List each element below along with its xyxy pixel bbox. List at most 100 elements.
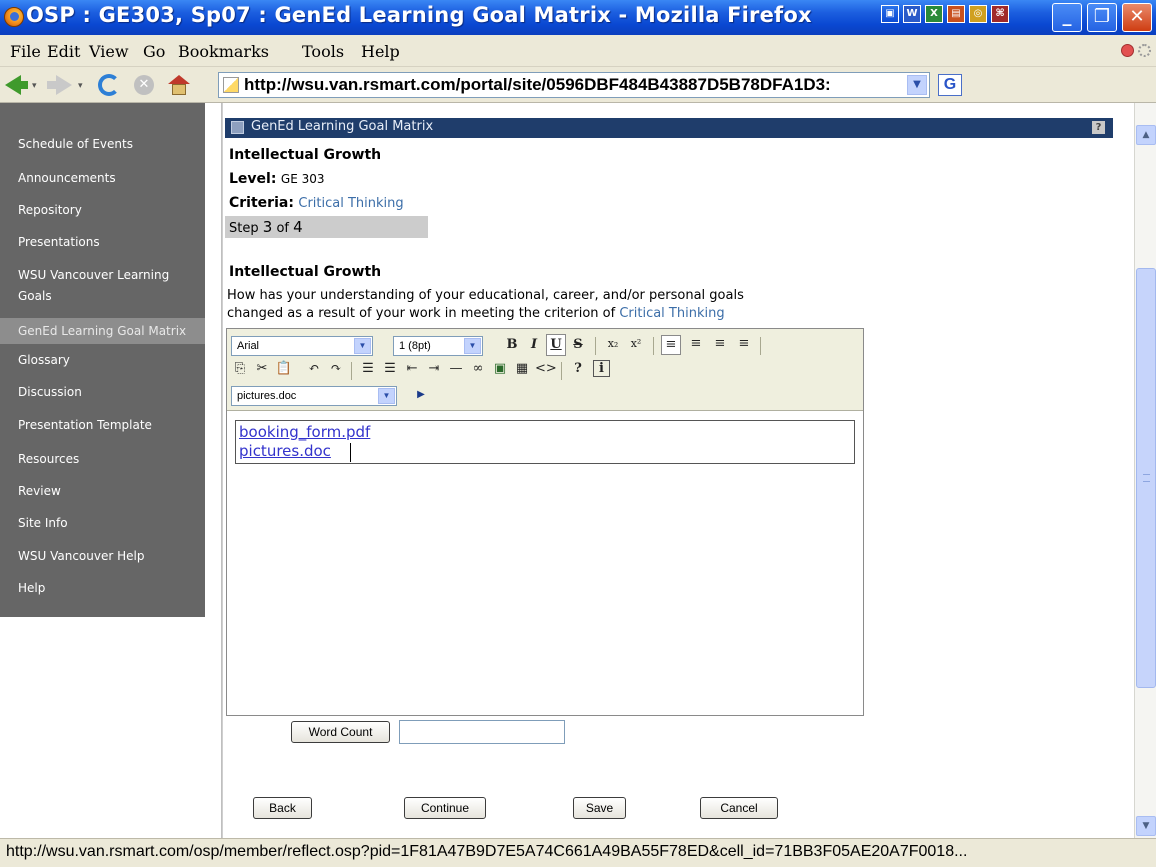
font-size-select[interactable]: 1 (8pt) ▼	[393, 336, 483, 356]
sidebar-item-glossary[interactable]: Glossary	[18, 349, 198, 371]
font-size-value: 1 (8pt)	[399, 340, 431, 352]
editor-toolbar: Arial ▼ 1 (8pt) ▼ B I U S x₂ x² ≡ ≡ ≡ ≡ …	[227, 329, 863, 411]
sidebar-item-review[interactable]: Review	[18, 480, 198, 502]
word-count-field[interactable]	[399, 720, 565, 744]
sidebar-item-discussion[interactable]: Discussion	[18, 381, 198, 403]
sidebar-item-wsu-vancouver-help[interactable]: WSU Vancouver Help	[18, 545, 198, 567]
editor-text-area[interactable]: booking_form.pdf pictures.doc	[227, 412, 863, 715]
menu-file[interactable]: File	[10, 42, 41, 61]
close-button[interactable]: ✕	[1122, 3, 1152, 32]
menu-bookmarks[interactable]: Bookmarks	[178, 42, 269, 61]
criteria-label: Criteria:	[229, 195, 294, 211]
section-heading: Intellectual Growth	[229, 147, 382, 163]
save-button[interactable]: Save	[573, 797, 626, 819]
align-justify-icon[interactable]: ≡	[735, 336, 753, 351]
italic-button[interactable]: I	[525, 337, 543, 352]
menu-tools[interactable]: Tools	[302, 42, 344, 61]
help-icon[interactable]: ?	[1092, 121, 1105, 134]
title-bar: OSP : GE303, Sp07 : GenEd Learning Goal …	[0, 0, 1156, 35]
url-bar[interactable]: http://wsu.van.rsmart.com/portal/site/05…	[218, 72, 930, 98]
forward-dropdown-icon[interactable]: ▾	[78, 81, 83, 91]
throbber-icon	[1138, 44, 1151, 57]
sidebar-item-schedule-of-events[interactable]: Schedule of Events	[18, 133, 198, 155]
menu-edit[interactable]: Edit	[47, 42, 80, 61]
access-icon[interactable]: ⌘	[991, 5, 1009, 23]
restore-button[interactable]: ❐	[1087, 3, 1117, 32]
outdent-icon[interactable]: ⇤	[403, 361, 421, 376]
sidebar-item-wsu-vancouver-learning-goals[interactable]: WSU Vancouver Learning Goals	[18, 265, 198, 307]
sidebar-item-resources[interactable]: Resources	[18, 448, 198, 470]
cut-icon[interactable]: ✂	[253, 361, 271, 376]
step-current: 3	[262, 218, 273, 236]
sidebar-item-site-info[interactable]: Site Info	[18, 512, 198, 534]
sidebar-item-announcements[interactable]: Announcements	[18, 167, 198, 189]
status-bar: http://wsu.van.rsmart.com/osp/member/ref…	[0, 838, 1156, 867]
sidebar-item-presentations[interactable]: Presentations	[18, 231, 198, 253]
powerpoint-icon[interactable]: ▤	[947, 5, 965, 23]
attachment-link[interactable]: booking_form.pdf	[239, 423, 370, 441]
sidebar-item-gened-learning-goal-matrix[interactable]: GenEd Learning Goal Matrix	[0, 318, 205, 344]
image-icon[interactable]: ▣	[491, 361, 509, 376]
minimize-button[interactable]: _	[1052, 3, 1082, 32]
chevron-down-icon: ▼	[354, 338, 371, 354]
back-button[interactable]: Back	[253, 797, 312, 819]
cancel-button[interactable]: Cancel	[700, 797, 778, 819]
scroll-up-icon[interactable]: ▲	[1136, 125, 1156, 145]
menu-go[interactable]: Go	[143, 42, 165, 61]
copy-icon[interactable]: ⎘	[231, 361, 249, 376]
question-text-line1: How has your understanding of your educa…	[227, 288, 744, 303]
question-heading: Intellectual Growth	[229, 264, 382, 280]
paste-icon[interactable]: 📋	[275, 361, 293, 376]
indent-icon[interactable]: ⇥	[425, 361, 443, 376]
sidebar-item-help[interactable]: Help	[18, 577, 198, 599]
word-icon[interactable]: W	[903, 5, 921, 23]
url-text[interactable]: http://wsu.van.rsmart.com/portal/site/05…	[244, 75, 896, 95]
source-code-icon[interactable]: <>	[535, 361, 557, 376]
office-shortcut-icon[interactable]: ▣	[881, 5, 899, 23]
bold-button[interactable]: B	[503, 337, 521, 352]
forward-arrow-icon[interactable]	[56, 75, 72, 95]
subscript-icon[interactable]: x₂	[604, 337, 622, 350]
menu-help[interactable]: Help	[361, 42, 400, 61]
google-search-icon[interactable]: G	[938, 74, 962, 96]
link-icon[interactable]: ∞	[469, 361, 487, 376]
editor-content-box[interactable]: booking_form.pdf pictures.doc	[235, 420, 855, 464]
insert-attachment-icon[interactable]: ▶	[412, 389, 430, 400]
attachment-select[interactable]: pictures.doc ▼	[231, 386, 397, 406]
reload-icon[interactable]	[98, 74, 120, 96]
unordered-list-icon[interactable]: ☰	[381, 361, 399, 376]
outlook-icon[interactable]: ◎	[969, 5, 987, 23]
superscript-icon[interactable]: x²	[627, 337, 645, 350]
align-center-icon[interactable]: ≡	[687, 336, 705, 351]
scrollbar-thumb[interactable]	[1136, 268, 1156, 688]
sidebar-item-presentation-template[interactable]: Presentation Template	[18, 414, 198, 436]
level-value: GE 303	[280, 172, 325, 186]
back-dropdown-icon[interactable]: ▾	[32, 81, 37, 91]
criteria-link[interactable]: Critical Thinking	[298, 196, 403, 211]
attachment-link[interactable]: pictures.doc	[239, 442, 331, 460]
help-question-icon[interactable]: ?	[569, 361, 587, 376]
horizontal-rule-icon[interactable]: —	[447, 361, 465, 376]
criterion-link[interactable]: Critical Thinking	[619, 306, 724, 321]
vertical-scrollbar[interactable]: ▲ ▼	[1134, 103, 1156, 838]
word-count-button[interactable]: Word Count	[291, 721, 390, 743]
sidebar-item-repository[interactable]: Repository	[18, 199, 198, 221]
strikethrough-button[interactable]: S	[569, 337, 587, 352]
font-select[interactable]: Arial ▼	[231, 336, 373, 356]
excel-icon[interactable]: X	[925, 5, 943, 23]
stop-icon[interactable]: ✕	[134, 75, 154, 95]
menu-view[interactable]: View	[89, 42, 129, 61]
step-indicator: Step 3 of 4	[225, 216, 428, 238]
ordered-list-icon[interactable]: ☰	[359, 361, 377, 376]
table-icon[interactable]: ▦	[513, 361, 531, 376]
align-right-icon[interactable]: ≡	[711, 336, 729, 351]
url-dropdown-icon[interactable]: ▼	[907, 75, 927, 95]
about-info-icon[interactable]: i	[593, 360, 610, 377]
home-icon[interactable]	[168, 75, 192, 99]
continue-button[interactable]: Continue	[404, 797, 486, 819]
scroll-down-icon[interactable]: ▼	[1136, 816, 1156, 836]
align-left-icon[interactable]: ≡	[661, 335, 681, 355]
underline-button[interactable]: U	[546, 334, 566, 356]
redo-icon[interactable]: ↷	[327, 361, 345, 376]
undo-icon[interactable]: ↶	[305, 361, 323, 376]
